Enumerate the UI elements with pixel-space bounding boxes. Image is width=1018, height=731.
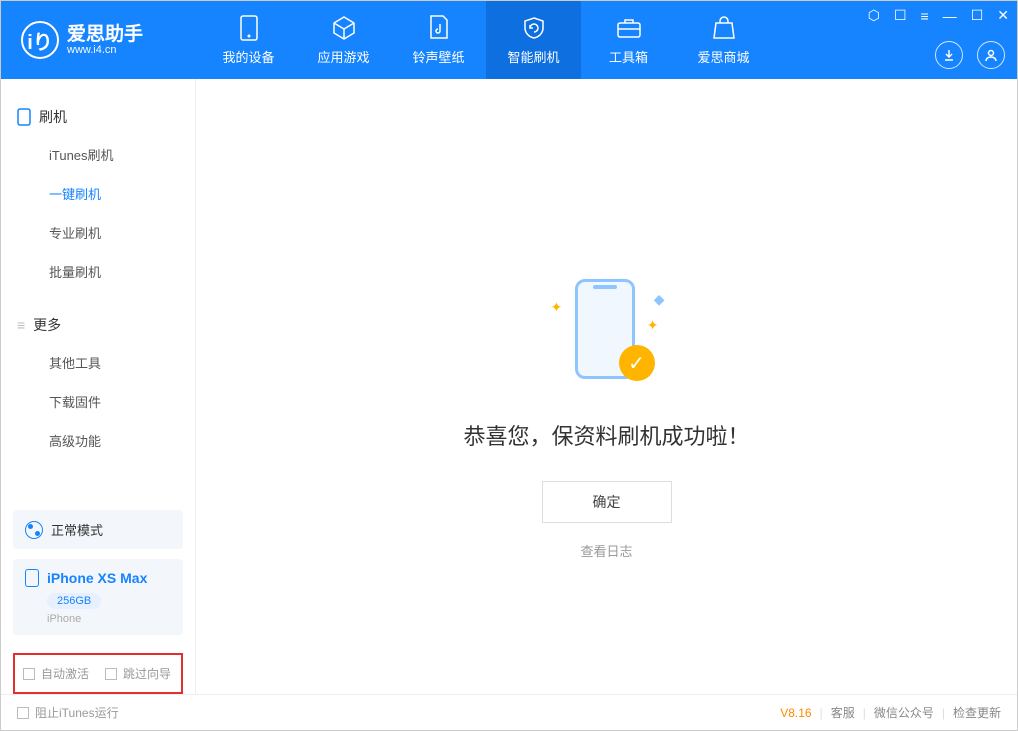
- checkbox-skip-guide[interactable]: 跳过向导: [105, 665, 171, 682]
- footer: 阻止iTunes运行 V8.16 | 客服 | 微信公众号 | 检查更新: [1, 694, 1017, 730]
- main-content: ✦ ◆ ✦ ✓ 恭喜您，保资料刷机成功啦！ 确定 查看日志: [196, 79, 1017, 694]
- window-controls: ⬡ ☐ ≡ — ☐ ✕: [868, 7, 1009, 24]
- tab-label: 智能刷机: [507, 47, 559, 66]
- confirm-button[interactable]: 确定: [542, 481, 672, 523]
- separator: |: [820, 706, 823, 720]
- tab-label: 爱思商城: [697, 47, 749, 66]
- device-name: iPhone XS Max: [47, 570, 147, 586]
- header-action-icons: [935, 41, 1005, 69]
- sparkle-icon: ◆: [654, 291, 665, 308]
- minimize-icon[interactable]: —: [943, 8, 957, 24]
- checkmark-badge-icon: ✓: [619, 345, 655, 381]
- logo-text: 爱思助手 www.i4.cn: [67, 25, 143, 56]
- wechat-link[interactable]: 微信公众号: [874, 704, 934, 721]
- menu-icon[interactable]: ≡: [921, 8, 929, 24]
- phone-outline-icon: [17, 108, 31, 126]
- app-title: 爱思助手: [67, 25, 143, 44]
- footer-left: 阻止iTunes运行: [17, 704, 119, 721]
- checkbox-label: 跳过向导: [123, 665, 171, 682]
- device-panel: 正常模式 iPhone XS Max 256GB iPhone: [13, 510, 183, 635]
- tab-flash[interactable]: 智能刷机: [486, 1, 581, 79]
- check-update-link[interactable]: 检查更新: [953, 704, 1001, 721]
- separator: |: [942, 706, 945, 720]
- close-icon[interactable]: ✕: [997, 7, 1009, 24]
- sidebar-section-flash: 刷机 iTunes刷机 一键刷机 专业刷机 批量刷机: [1, 91, 195, 299]
- mode-box[interactable]: 正常模式: [13, 510, 183, 549]
- sidebar-item-other[interactable]: 其他工具: [1, 343, 195, 382]
- device-storage: 256GB: [47, 593, 101, 609]
- mode-icon: [25, 521, 43, 539]
- user-icon[interactable]: [977, 41, 1005, 69]
- sidebar-item-itunes[interactable]: iTunes刷机: [1, 135, 195, 174]
- view-log-link[interactable]: 查看日志: [580, 541, 632, 560]
- checkbox-label: 自动激活: [41, 665, 89, 682]
- sidebar-header-flash: 刷机: [1, 99, 195, 135]
- maximize-icon[interactable]: ☐: [971, 7, 984, 24]
- phone-notch: [593, 285, 617, 289]
- section-label: 刷机: [39, 107, 67, 127]
- feedback-icon[interactable]: ☐: [894, 7, 907, 24]
- device-type: iPhone: [47, 613, 171, 625]
- logo-icon: iり: [21, 21, 59, 59]
- tab-label: 应用游戏: [317, 47, 369, 66]
- tab-device[interactable]: 我的设备: [201, 1, 296, 79]
- checkbox-icon: [105, 668, 117, 680]
- sidebar-item-batch[interactable]: 批量刷机: [1, 252, 195, 291]
- tab-ringtone[interactable]: 铃声壁纸: [391, 1, 486, 79]
- tab-label: 我的设备: [222, 47, 274, 66]
- section-label: 更多: [33, 315, 61, 335]
- success-illustration: ✦ ◆ ✦ ✓: [547, 279, 667, 389]
- sidebar-item-pro[interactable]: 专业刷机: [1, 213, 195, 252]
- checkbox-icon: [17, 707, 29, 719]
- cube-icon: [331, 15, 357, 41]
- music-file-icon: [426, 15, 452, 41]
- sidebar-item-advanced[interactable]: 高级功能: [1, 421, 195, 460]
- logo-area: iり 爱思助手 www.i4.cn: [1, 21, 201, 59]
- customer-service-link[interactable]: 客服: [831, 704, 855, 721]
- version-label: V8.16: [780, 706, 811, 720]
- sidebar: 刷机 iTunes刷机 一键刷机 专业刷机 批量刷机 ≡ 更多 其他工具 下载固…: [1, 79, 196, 694]
- checkbox-label: 阻止iTunes运行: [35, 704, 119, 721]
- tab-store[interactable]: 爱思商城: [676, 1, 771, 79]
- body: 刷机 iTunes刷机 一键刷机 专业刷机 批量刷机 ≡ 更多 其他工具 下载固…: [1, 79, 1017, 694]
- list-icon: ≡: [17, 317, 25, 333]
- sidebar-section-more: ≡ 更多 其他工具 下载固件 高级功能: [1, 299, 195, 468]
- device-name-row: iPhone XS Max: [25, 569, 171, 587]
- device-phone-icon: [25, 569, 39, 587]
- success-message: 恭喜您，保资料刷机成功啦！: [463, 419, 749, 451]
- checkbox-block-itunes[interactable]: 阻止iTunes运行: [17, 704, 119, 721]
- sparkle-icon: ✦: [551, 299, 563, 316]
- tab-apps[interactable]: 应用游戏: [296, 1, 391, 79]
- main-tabs: 我的设备 应用游戏 铃声壁纸 智能刷机 工具箱 爱思商城: [201, 1, 771, 79]
- toolbox-icon: [616, 15, 642, 41]
- tab-label: 铃声壁纸: [412, 47, 464, 66]
- mode-label: 正常模式: [51, 520, 103, 539]
- sidebar-item-oneclick[interactable]: 一键刷机: [1, 174, 195, 213]
- sparkle-icon: ✦: [647, 317, 659, 334]
- app-subtitle: www.i4.cn: [67, 44, 143, 56]
- download-icon[interactable]: [935, 41, 963, 69]
- device-info[interactable]: iPhone XS Max 256GB iPhone: [13, 559, 183, 635]
- separator: |: [863, 706, 866, 720]
- checkbox-auto-activate[interactable]: 自动激活: [23, 665, 89, 682]
- shirt-icon[interactable]: ⬡: [868, 7, 880, 24]
- tab-label: 工具箱: [609, 47, 648, 66]
- tab-toolbox[interactable]: 工具箱: [581, 1, 676, 79]
- sidebar-item-download[interactable]: 下载固件: [1, 382, 195, 421]
- sidebar-header-more: ≡ 更多: [1, 307, 195, 343]
- phone-icon: [236, 15, 262, 41]
- checkbox-row-highlighted: 自动激活 跳过向导: [13, 653, 183, 694]
- header: iり 爱思助手 www.i4.cn 我的设备 应用游戏 铃声壁纸 智能刷机 工具…: [1, 1, 1017, 79]
- footer-right: V8.16 | 客服 | 微信公众号 | 检查更新: [780, 704, 1001, 721]
- checkbox-icon: [23, 668, 35, 680]
- refresh-shield-icon: [521, 15, 547, 41]
- shopping-bag-icon: [711, 15, 737, 41]
